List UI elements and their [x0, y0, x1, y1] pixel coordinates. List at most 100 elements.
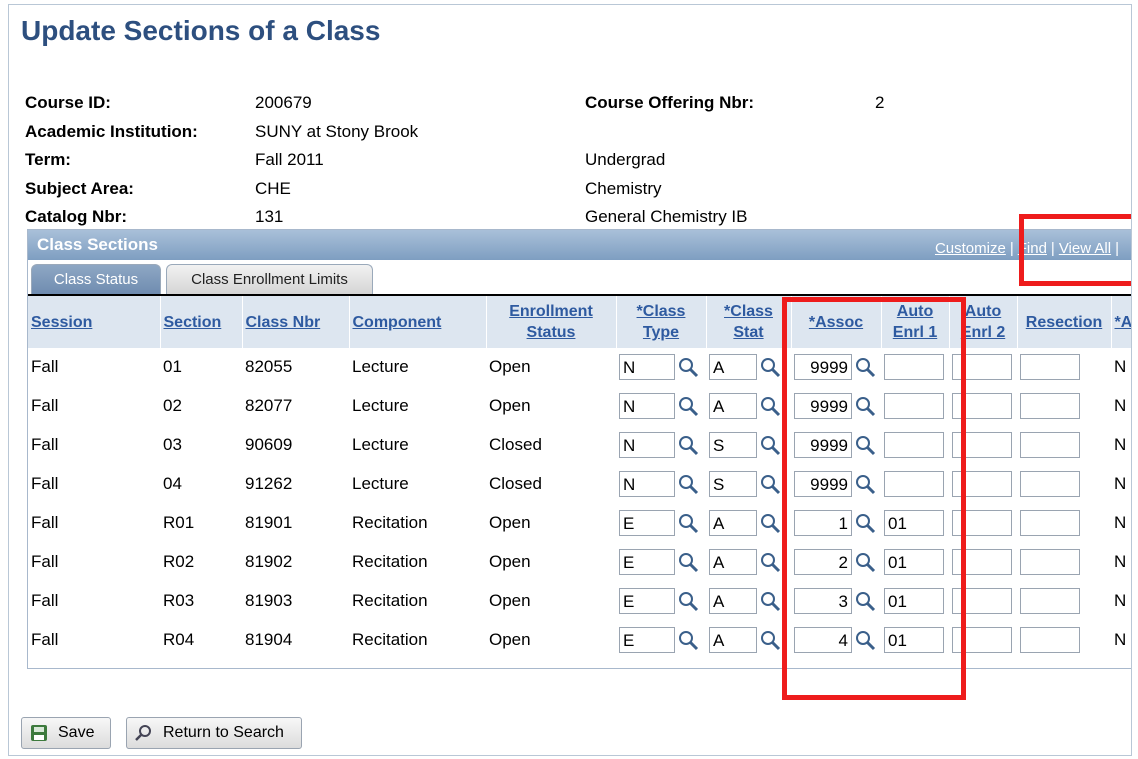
col-auto-enrl-2[interactable]: Auto Enrl 2: [949, 296, 1018, 348]
resection-input[interactable]: [1020, 626, 1080, 653]
resection-input[interactable]: [1020, 510, 1080, 536]
col-class-stat[interactable]: *Class Stat: [706, 296, 792, 348]
magnifier-icon[interactable]: [854, 395, 876, 417]
class-type-input[interactable]: N: [619, 432, 675, 459]
return-to-search-button[interactable]: Return to Search: [126, 717, 302, 749]
class-type-input[interactable]: E: [619, 548, 675, 575]
assoc-input[interactable]: 3: [794, 587, 852, 614]
magnifier-icon[interactable]: [677, 629, 699, 651]
magnifier-icon[interactable]: [854, 629, 876, 651]
col-auto-enrl-1[interactable]: Auto Enrl 1: [881, 296, 950, 348]
magnifier-icon[interactable]: [677, 590, 699, 612]
magnifier-icon[interactable]: [677, 395, 699, 417]
assoc-input[interactable]: 1: [794, 510, 852, 536]
magnifier-icon[interactable]: [759, 512, 781, 534]
magnifier-icon[interactable]: [854, 473, 876, 495]
class-stat-input[interactable]: A: [709, 548, 757, 575]
save-button[interactable]: Save: [21, 717, 111, 749]
institution-label: Academic Institution:: [25, 121, 198, 141]
auto-enrl-2-input[interactable]: [952, 471, 1012, 498]
magnifier-icon[interactable]: [677, 551, 699, 573]
magnifier-icon[interactable]: [677, 356, 699, 378]
col-class-nbr[interactable]: Class Nbr: [242, 296, 350, 348]
auto-enrl-2-input[interactable]: [952, 393, 1012, 420]
col-enrollment-status[interactable]: Enrollment Status: [486, 296, 617, 348]
magnifier-icon[interactable]: [759, 473, 781, 495]
auto-enrl-2-input[interactable]: [952, 587, 1012, 614]
auto-enrl-1-input[interactable]: [884, 471, 944, 498]
class-stat-input[interactable]: S: [709, 432, 757, 459]
magnifier-icon[interactable]: [854, 434, 876, 456]
class-stat-input[interactable]: S: [709, 471, 757, 498]
magnifier-icon[interactable]: [854, 551, 876, 573]
resection-input[interactable]: [1020, 393, 1080, 420]
customize-link[interactable]: Customize: [935, 240, 1006, 257]
magnifier-icon[interactable]: [759, 395, 781, 417]
cell-ac: N: [1114, 551, 1127, 571]
auto-enrl-2-input[interactable]: [952, 432, 1012, 459]
assoc-input[interactable]: 9999: [794, 432, 852, 459]
auto-enrl-1-input[interactable]: [884, 354, 944, 381]
magnifier-icon[interactable]: [759, 629, 781, 651]
cell-auto-enrl-2: [949, 620, 1017, 659]
resection-input[interactable]: [1020, 432, 1080, 459]
find-link[interactable]: Find: [1018, 240, 1047, 257]
magnifier-icon[interactable]: [677, 434, 699, 456]
assoc-input[interactable]: 9999: [794, 354, 852, 381]
magnifier-icon[interactable]: [759, 356, 781, 378]
assoc-input[interactable]: 9999: [794, 471, 852, 498]
assoc-input[interactable]: 4: [794, 626, 852, 653]
class-type-input[interactable]: E: [619, 626, 675, 653]
class-type-input[interactable]: N: [619, 354, 675, 381]
col-assoc[interactable]: *Assoc: [791, 296, 882, 348]
auto-enrl-1-input[interactable]: [884, 393, 944, 420]
magnifier-icon[interactable]: [854, 590, 876, 612]
tab-enrollment-limits[interactable]: Class Enrollment Limits: [166, 264, 373, 294]
class-stat-input[interactable]: A: [709, 354, 757, 381]
magnifier-icon[interactable]: [854, 512, 876, 534]
magnifier-icon[interactable]: [677, 512, 699, 534]
auto-enrl-2-input[interactable]: [952, 626, 1012, 653]
col-class-type[interactable]: *Class Type: [616, 296, 707, 348]
resection-input[interactable]: [1020, 354, 1080, 381]
cell-ac: N: [1114, 474, 1127, 494]
magnifier-icon[interactable]: [854, 356, 876, 378]
class-stat-input[interactable]: A: [709, 510, 757, 536]
col-ac[interactable]: *Ac: [1111, 296, 1131, 348]
auto-enrl-1-input[interactable]: 01: [884, 510, 944, 536]
resection-input[interactable]: [1020, 587, 1080, 614]
col-resection[interactable]: Resection: [1017, 296, 1112, 348]
tab-class-status[interactable]: Class Status: [31, 264, 161, 294]
class-type-input[interactable]: N: [619, 393, 675, 420]
auto-enrl-2-input[interactable]: [952, 510, 1012, 536]
magnifier-icon[interactable]: [759, 590, 781, 612]
class-stat-input[interactable]: A: [709, 587, 757, 614]
magnifier-icon[interactable]: [677, 473, 699, 495]
cell-session: Fall: [31, 629, 59, 649]
auto-enrl-1-input[interactable]: [884, 432, 944, 459]
class-type-input[interactable]: E: [619, 510, 675, 536]
resection-input[interactable]: [1020, 471, 1080, 498]
magnifier-icon[interactable]: [759, 434, 781, 456]
cell-resection: [1017, 387, 1111, 426]
auto-enrl-1-input[interactable]: 01: [884, 626, 944, 653]
col-session[interactable]: Session: [28, 296, 161, 348]
class-type-input[interactable]: N: [619, 471, 675, 498]
auto-enrl-1-input[interactable]: 01: [884, 587, 944, 614]
col-section[interactable]: Section: [160, 296, 243, 348]
assoc-input[interactable]: 2: [794, 548, 852, 575]
class-stat-input[interactable]: A: [709, 626, 757, 653]
view-all-link[interactable]: View All: [1059, 240, 1111, 257]
class-type-input[interactable]: E: [619, 587, 675, 614]
cell-class-nbr: 81904: [245, 629, 293, 649]
auto-enrl-2-input[interactable]: [952, 548, 1012, 575]
magnifier-icon[interactable]: [759, 551, 781, 573]
resection-input[interactable]: [1020, 548, 1080, 575]
assoc-input[interactable]: 9999: [794, 393, 852, 420]
class-stat-input[interactable]: A: [709, 393, 757, 420]
auto-enrl-2-input[interactable]: [952, 354, 1012, 381]
offering-label: Course Offering Nbr:: [585, 93, 755, 113]
cell-ac: N: [1114, 629, 1127, 649]
auto-enrl-1-input[interactable]: 01: [884, 548, 944, 575]
col-component[interactable]: Component: [349, 296, 487, 348]
